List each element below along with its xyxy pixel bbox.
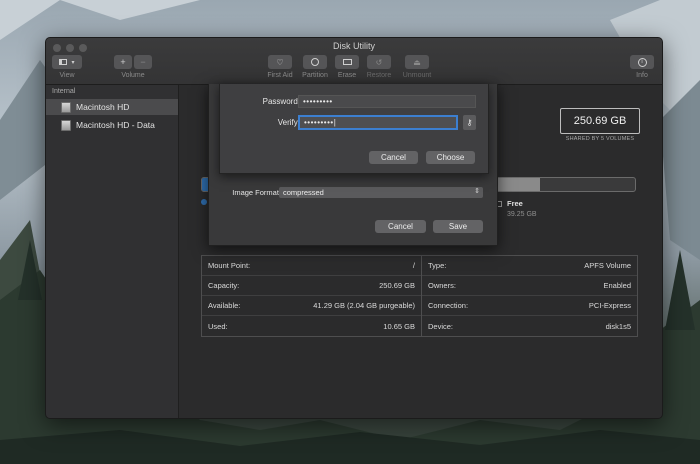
info-row-used: Used: 10.65 GB bbox=[202, 316, 421, 336]
password-cancel-button[interactable]: Cancel bbox=[369, 151, 418, 164]
disk-icon bbox=[61, 119, 71, 131]
restore-button[interactable]: ↺ bbox=[367, 55, 391, 69]
restore-icon: ↺ bbox=[375, 57, 383, 67]
info-value: PCI-Express bbox=[588, 301, 631, 310]
save-sheet-cancel-button[interactable]: Cancel bbox=[375, 220, 426, 233]
free-legend-value: 39.25 GB bbox=[507, 211, 537, 218]
unmount-label: Unmount bbox=[402, 72, 432, 79]
info-row-capacity: Capacity: 250.69 GB bbox=[202, 276, 421, 296]
eject-icon: ⏏ bbox=[413, 57, 421, 67]
info-label: Available: bbox=[208, 301, 241, 310]
unmount-button[interactable]: ⏏ bbox=[405, 55, 429, 69]
info-value: disk1s5 bbox=[605, 321, 631, 331]
save-button[interactable]: Save bbox=[433, 220, 483, 233]
toolbar: Disk Utility ▾ View + − Volume ♡ First A… bbox=[46, 38, 662, 85]
erase-icon bbox=[342, 59, 352, 65]
plus-icon: + bbox=[120, 57, 126, 67]
password-sheet: Password: ••••••••• Verify: •••••••••| ⚷… bbox=[219, 84, 489, 174]
first-aid-label: First Aid bbox=[267, 72, 293, 79]
first-aid-button[interactable]: ♡ bbox=[268, 55, 292, 69]
info-label: Owners: bbox=[428, 281, 456, 290]
erase-button[interactable] bbox=[335, 55, 359, 69]
info-label: Type: bbox=[428, 261, 447, 270]
info-row-device: Device: disk1s5 bbox=[422, 316, 637, 336]
info-button[interactable]: i bbox=[630, 55, 654, 69]
disk-icon bbox=[61, 101, 71, 113]
password-assistant-button[interactable]: ⚷ bbox=[463, 115, 476, 130]
info-value: 10.65 GB bbox=[383, 321, 415, 331]
info-row-available: Available: 41.29 GB (2.04 GB purgeable) bbox=[202, 296, 421, 316]
add-volume-button[interactable]: + bbox=[114, 55, 132, 69]
info-left-column: Mount Point: / Capacity: 250.69 GB Avail… bbox=[202, 256, 421, 336]
window-title: Disk Utility bbox=[333, 41, 375, 51]
info-row-connection: Connection: PCI-Express bbox=[422, 296, 637, 316]
key-icon: ⚷ bbox=[466, 118, 473, 127]
info-value: Enabled bbox=[603, 281, 631, 290]
volume-info-table: Mount Point: / Capacity: 250.69 GB Avail… bbox=[201, 255, 638, 337]
info-label: Used: bbox=[208, 321, 228, 331]
remove-volume-button[interactable]: − bbox=[134, 55, 152, 69]
sidebar-toggle-icon bbox=[59, 59, 68, 65]
image-format-label: Image Format: bbox=[232, 188, 281, 197]
info-value: / bbox=[412, 261, 415, 270]
info-label: Capacity: bbox=[208, 281, 240, 290]
restore-label: Restore bbox=[366, 72, 392, 79]
image-format-select[interactable]: compressed ⇕ bbox=[279, 187, 483, 198]
view-button[interactable]: ▾ bbox=[52, 55, 82, 69]
password-field[interactable]: ••••••••• bbox=[298, 95, 476, 108]
sidebar-item-macintosh-hd[interactable]: Macintosh HD bbox=[46, 99, 178, 115]
info-value: 250.69 GB bbox=[379, 281, 415, 290]
sidebar-item-label: Macintosh HD bbox=[76, 102, 130, 112]
minus-icon: − bbox=[140, 57, 146, 67]
info-label: Connection: bbox=[428, 301, 469, 310]
info-right-column: Type: APFS Volume Owners: Enabled Connec… bbox=[422, 256, 637, 336]
sidebar: Internal Macintosh HD Macintosh HD - Dat… bbox=[46, 85, 179, 418]
updown-arrows-icon: ⇕ bbox=[474, 188, 480, 195]
view-label: View bbox=[59, 72, 75, 79]
sidebar-item-macintosh-hd-data[interactable]: Macintosh HD - Data bbox=[46, 117, 178, 133]
verify-label: Verify: bbox=[277, 118, 300, 127]
image-format-value: compressed bbox=[283, 188, 324, 197]
info-label: Info bbox=[636, 72, 648, 79]
shared-volumes-label: SHARED BY 5 VOLUMES bbox=[565, 136, 635, 142]
free-legend-label: Free bbox=[507, 199, 523, 208]
partition-icon bbox=[311, 58, 319, 66]
partition-button[interactable] bbox=[303, 55, 327, 69]
info-value: APFS Volume bbox=[584, 261, 631, 270]
capacity-display: 250.69 GB bbox=[560, 108, 640, 134]
volume-label: Volume bbox=[121, 72, 145, 79]
info-row-owners: Owners: Enabled bbox=[422, 276, 637, 296]
used-legend-dot bbox=[201, 199, 207, 205]
info-label: Device: bbox=[428, 321, 454, 331]
stethoscope-icon: ♡ bbox=[276, 57, 284, 67]
password-label: Password: bbox=[262, 97, 300, 106]
info-icon: i bbox=[637, 57, 647, 67]
sidebar-item-label: Macintosh HD - Data bbox=[76, 120, 155, 130]
info-row-mount-point: Mount Point: / bbox=[202, 256, 421, 276]
choose-button[interactable]: Choose bbox=[426, 151, 475, 164]
verify-field[interactable]: •••••••••| bbox=[298, 115, 458, 130]
chevron-down-icon: ▾ bbox=[71, 59, 75, 66]
info-value: 41.29 GB (2.04 GB purgeable) bbox=[313, 301, 415, 310]
save-image-sheet: Image Format: compressed ⇕ Cancel Save P… bbox=[208, 84, 498, 246]
info-label: Mount Point: bbox=[208, 261, 251, 270]
info-row-type: Type: APFS Volume bbox=[422, 256, 637, 276]
sidebar-section-internal: Internal bbox=[52, 88, 76, 95]
